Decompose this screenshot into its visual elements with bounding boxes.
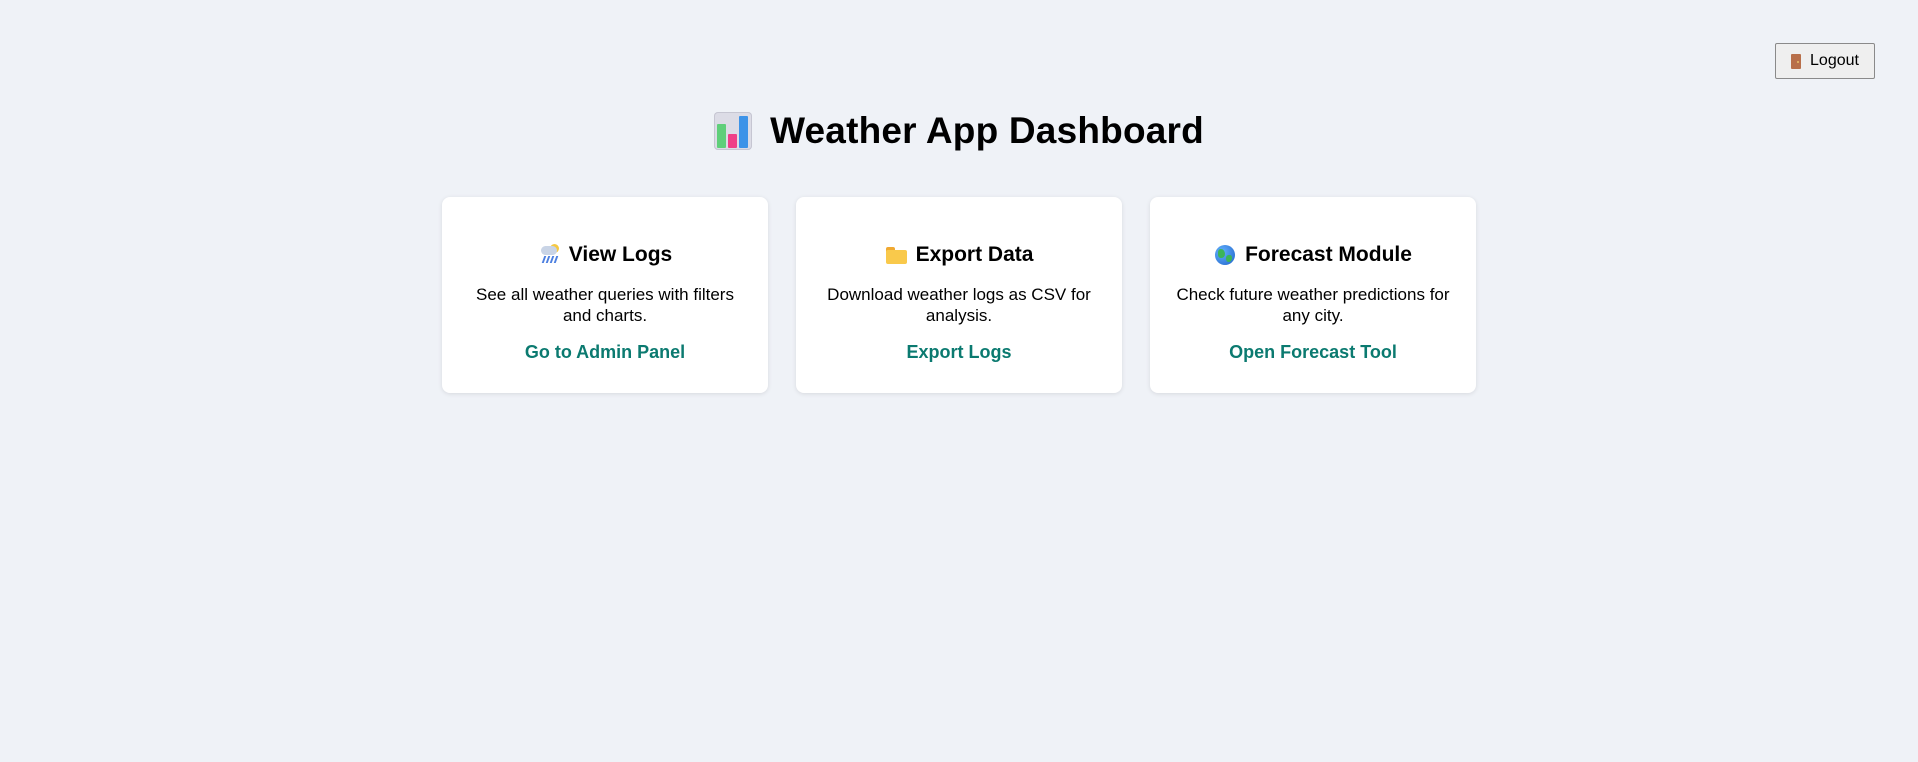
card-heading: View Logs: [442, 242, 768, 268]
bar-chart-icon: [714, 112, 753, 150]
card-title: Export Data: [915, 243, 1034, 266]
page-title: Weather App Dashboard: [770, 110, 1204, 151]
export-data-card: Export Data Download weather logs as CSV…: [796, 197, 1122, 393]
card-title: View Logs: [568, 243, 673, 266]
forecast-module-card: Forecast Module Check future weather pre…: [1150, 197, 1476, 393]
dashboard-page: Logout Weather App Dashboard View Logs S…: [0, 0, 1918, 762]
card-heading: Forecast Module: [1150, 242, 1476, 268]
admin-panel-link[interactable]: Go to Admin Panel: [525, 342, 685, 363]
card-description: See all weather queries with filters and…: [476, 285, 734, 325]
rain-cloud-icon: [538, 244, 560, 266]
logout-label: Logout: [1810, 52, 1859, 69]
view-logs-card: View Logs See all weather queries with f…: [442, 197, 768, 393]
logout-button[interactable]: Logout: [1775, 43, 1875, 79]
card-heading: Export Data: [796, 242, 1122, 268]
card-grid: View Logs See all weather queries with f…: [442, 197, 1476, 393]
card-description: Download weather logs as CSV for analysi…: [827, 285, 1091, 325]
page-header: Weather App Dashboard: [0, 104, 1918, 158]
card-title: Forecast Module: [1245, 243, 1412, 266]
globe-icon: [1214, 244, 1236, 266]
door-icon: [1791, 53, 1802, 69]
export-logs-link[interactable]: Export Logs: [906, 342, 1011, 363]
card-description: Check future weather predictions for any…: [1176, 285, 1450, 325]
forecast-tool-link[interactable]: Open Forecast Tool: [1229, 342, 1397, 363]
folder-icon: [885, 244, 907, 266]
